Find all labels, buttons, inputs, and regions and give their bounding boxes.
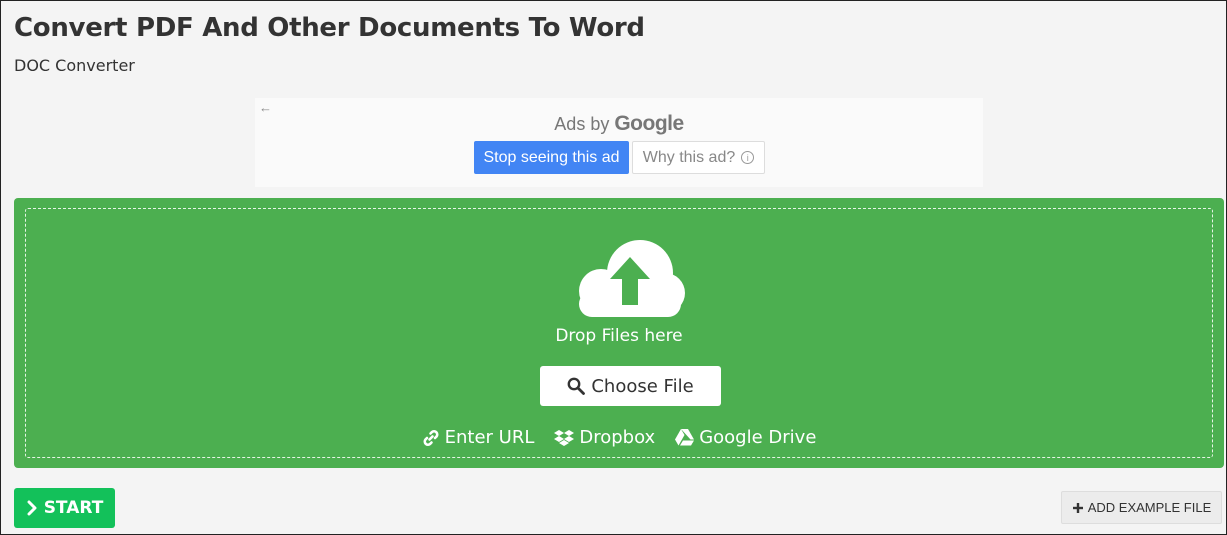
link-icon — [423, 429, 439, 446]
drop-files-text: Drop Files here — [555, 326, 683, 346]
chevron-right-icon — [27, 500, 37, 516]
ad-banner: ← Ads by Google Stop seeing this ad Why … — [255, 98, 983, 187]
google-drive-icon — [675, 429, 695, 446]
plus-icon — [1072, 502, 1083, 513]
stop-seeing-ad-button[interactable]: Stop seeing this ad — [474, 141, 629, 174]
enter-url-link[interactable]: Enter URL — [422, 427, 535, 448]
cloud-upload-icon — [579, 240, 685, 317]
file-dropzone[interactable]: Drop Files here Choose File Enter URL Dr… — [14, 198, 1224, 468]
why-this-ad-button[interactable]: Why this ad? i — [632, 141, 765, 174]
info-icon: i — [741, 151, 755, 164]
start-label: START — [43, 498, 104, 518]
dropzone-border: Drop Files here Choose File Enter URL Dr… — [25, 208, 1213, 458]
google-drive-link[interactable]: Google Drive — [675, 427, 816, 448]
google-drive-label: Google Drive — [699, 427, 817, 448]
dropbox-icon — [554, 429, 575, 446]
ads-by-google: Ads by Google — [255, 112, 983, 136]
page-subtitle: DOC Converter — [14, 56, 135, 75]
ads-by-label: Ads by — [554, 114, 610, 134]
enter-url-label: Enter URL — [444, 427, 535, 448]
start-button[interactable]: START — [14, 488, 115, 528]
dropbox-label: Dropbox — [579, 427, 656, 448]
choose-file-label: Choose File — [591, 375, 694, 397]
add-example-file-label: ADD EXAMPLE FILE — [1087, 500, 1212, 515]
stop-seeing-ad-label: Stop seeing this ad — [483, 148, 620, 166]
page-title: Convert PDF And Other Documents To Word — [14, 13, 645, 43]
google-logo: Google — [614, 112, 684, 135]
search-icon — [567, 377, 586, 395]
why-this-ad-label: Why this ad? — [642, 148, 736, 166]
add-example-file-button[interactable]: ADD EXAMPLE FILE — [1061, 491, 1222, 524]
dropbox-link[interactable]: Dropbox — [554, 427, 655, 448]
upload-sources: Enter URL Dropbox Google Drive — [26, 427, 1212, 448]
choose-file-button[interactable]: Choose File — [540, 366, 721, 406]
